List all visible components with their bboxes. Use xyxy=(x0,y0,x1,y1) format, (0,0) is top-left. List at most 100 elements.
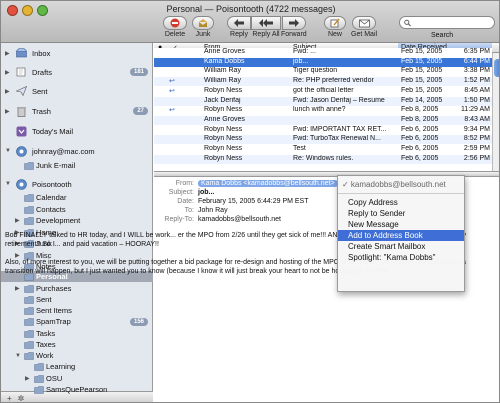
mailbox-label: Work xyxy=(36,351,54,360)
mailbox-item-junk-e-mail[interactable]: Junk E-mail xyxy=(1,160,153,171)
folder-icon xyxy=(23,160,34,171)
window-title: Personal — Poisontooth (4722 messages) xyxy=(166,4,336,14)
disclosure-closed-icon[interactable]: ▶ xyxy=(15,217,20,224)
message-time: 11:29 AM xyxy=(460,106,490,114)
mailbox-item-johnray-mac-com[interactable]: ▼ johnray@mac.com xyxy=(1,143,153,159)
junk-button[interactable]: Junk xyxy=(192,16,214,38)
search-field[interactable] xyxy=(399,16,495,29)
message-time: 1:52 PM xyxy=(463,77,490,85)
mailbox-item-sent[interactable]: Sent xyxy=(1,294,153,305)
message-row[interactable]: Anne Groves Fwd: ... Feb 15, 2005 6:35 PM xyxy=(154,48,492,57)
address-context-menu: ✓ kamadobbs@bellsouth.net Copy Address R… xyxy=(337,175,465,292)
disclosure-closed-icon[interactable]: ▶ xyxy=(5,88,10,95)
sender-address-pill[interactable]: Kama Dobbs <kamadobbs@bellsouth.net> xyxy=(198,180,338,187)
message-row[interactable]: Robyn Ness Re: Windows rules. Feb 6, 2005 2… xyxy=(154,154,492,164)
disclosure-closed-icon[interactable]: ▶ xyxy=(5,108,10,115)
message-time: 8:45 AM xyxy=(464,86,490,94)
unread-count-badge: 181 xyxy=(129,68,148,76)
disclosure-open-icon[interactable]: ▼ xyxy=(5,148,11,154)
disclosure-open-icon[interactable]: ▼ xyxy=(5,181,11,187)
mailbox-label: Sent Items xyxy=(36,306,72,315)
message-row[interactable]: ↩ William Ray Re: PHP preferred vendor Feb … xyxy=(154,77,492,87)
folder-icon xyxy=(23,192,34,203)
add-to-address-book-item[interactable]: Add to Address Book xyxy=(338,230,464,241)
message-list-scrollbar[interactable] xyxy=(492,53,499,171)
mailbox-item-contacts[interactable]: Contacts xyxy=(1,204,153,215)
disclosure-closed-icon[interactable]: ▶ xyxy=(5,50,10,57)
mailbox-item-drafts[interactable]: ▶ Drafts 181 xyxy=(1,64,153,80)
message-subject: lunch with anne? xyxy=(293,106,346,114)
disclosure-closed-icon[interactable]: ▶ xyxy=(15,285,20,292)
mailbox-item-sent-items[interactable]: Sent Items xyxy=(1,305,153,316)
mailbox-item-inbox[interactable]: ▶ Inbox xyxy=(1,45,153,61)
message-row[interactable]: ↩ Robyn Ness got the official letter Feb 15… xyxy=(154,86,492,96)
reply-status-icon: ↩ xyxy=(169,87,175,95)
mailbox-item-development[interactable]: ▶ Development xyxy=(1,215,153,226)
message-row[interactable]: Robyn Ness Fwd: IMPORTANT TAX RET... Feb 6… xyxy=(154,125,492,135)
message-row[interactable]: Robyn Ness Test Feb 6, 2005 2:59 PM xyxy=(154,145,492,154)
message-subject: Fwd: TurboTax Renewal N... xyxy=(293,135,381,143)
reply-all-button[interactable]: Reply All xyxy=(251,16,281,38)
mailbox-label: SpamTrap xyxy=(36,317,71,326)
message-date: Feb 15, 2005 xyxy=(401,67,443,75)
trash-icon xyxy=(15,105,28,118)
mailbox-item-calendar[interactable]: Calendar xyxy=(1,192,153,203)
reply-button[interactable]: Reply xyxy=(227,16,251,38)
new-message-button[interactable]: New xyxy=(324,16,346,38)
message-from: Robyn Ness xyxy=(204,135,243,143)
forward-button[interactable]: Forward xyxy=(281,16,307,38)
reply-status-icon: ↩ xyxy=(169,78,175,86)
reply-status-icon: ↩ xyxy=(169,107,175,115)
disclosure-open-icon[interactable]: ▼ xyxy=(15,353,21,359)
message-row[interactable]: William Ray Tiger question Feb 15, 2005 3:3… xyxy=(154,67,492,77)
message-row[interactable]: Anne Groves Feb 8, 2005 8:43 AM xyxy=(154,115,492,125)
folder-icon xyxy=(23,305,34,316)
disclosure-closed-icon[interactable]: ▶ xyxy=(25,375,30,382)
folder-icon xyxy=(33,373,44,384)
drafts-icon xyxy=(15,66,28,79)
message-time: 2:56 PM xyxy=(463,154,490,162)
message-date: Feb 15, 2005 xyxy=(401,86,443,94)
message-from: Robyn Ness xyxy=(204,154,243,162)
mailbox-label: Taxes xyxy=(36,340,56,349)
mailbox-item-poisontooth[interactable]: ▼ Poisontooth xyxy=(1,176,153,192)
disclosure-closed-icon[interactable]: ▶ xyxy=(5,69,10,76)
delete-button[interactable]: Delete xyxy=(163,16,187,38)
message-time: 8:43 AM xyxy=(464,115,490,123)
mailbox-item-samsquepearson[interactable]: SamsQuePearson xyxy=(1,384,153,395)
junk-icon xyxy=(199,19,207,27)
reply-group: Reply Reply All Forward xyxy=(227,16,307,38)
mailbox-item-learning[interactable]: Learning xyxy=(1,361,153,372)
mailbox-item-spamtrap[interactable]: SpamTrap 156 xyxy=(1,316,153,327)
mailbox-label: OSU xyxy=(46,374,63,383)
message-subject: Tiger question xyxy=(293,67,338,75)
mailbox-label: johnray@mac.com xyxy=(32,146,95,156)
mailbox-label: Learning xyxy=(46,362,76,371)
mailbox-item-sent[interactable]: ▶ Sent xyxy=(1,83,153,99)
copy-address-item[interactable]: Copy Address xyxy=(338,197,464,208)
get-mail-button[interactable]: Get Mail xyxy=(351,16,377,38)
message-row[interactable]: Robyn Ness Fwd: TurboTax Renewal N... Feb … xyxy=(154,135,492,145)
new-message-item[interactable]: New Message xyxy=(338,219,464,230)
message-row[interactable]: Jack Derifaj Fwd: Jason Derifaj – Resume F… xyxy=(154,96,492,106)
mailbox-item-today-s-mail[interactable]: Today's Mail xyxy=(1,123,153,139)
scroll-thumb[interactable] xyxy=(494,59,499,77)
account-icon xyxy=(15,145,28,158)
mailbox-item-tasks[interactable]: Tasks xyxy=(1,328,153,339)
message-subject: got the official letter xyxy=(293,86,354,94)
mailbox-label: Calendar xyxy=(36,193,67,202)
spotlight-item[interactable]: Spotlight: "Kama Dobbs" xyxy=(338,252,464,263)
message-row[interactable]: ↩ Robyn Ness lunch with anne? Feb 8, 2005 11… xyxy=(154,106,492,116)
reply-to-sender-item[interactable]: Reply to Sender xyxy=(338,208,464,219)
create-smart-mailbox-item[interactable]: Create Smart Mailbox xyxy=(338,241,464,252)
smart-mailbox-icon xyxy=(15,125,28,138)
message-row[interactable]: Kama Dobbs job... Feb 15, 2005 6:44 PM xyxy=(154,57,492,67)
mailbox-item-work[interactable]: ▼ Work xyxy=(1,350,153,361)
search-input[interactable] xyxy=(414,19,494,26)
message-from: Anne Groves xyxy=(204,48,245,55)
mailbox-item-taxes[interactable]: Taxes xyxy=(1,339,153,350)
mailbox-label: SamsQuePearson xyxy=(46,385,108,394)
mailbox-item-trash[interactable]: ▶ Trash 27 xyxy=(1,103,153,119)
message-from: William Ray xyxy=(204,67,241,75)
mailbox-item-osu[interactable]: ▶ OSU xyxy=(1,373,153,384)
